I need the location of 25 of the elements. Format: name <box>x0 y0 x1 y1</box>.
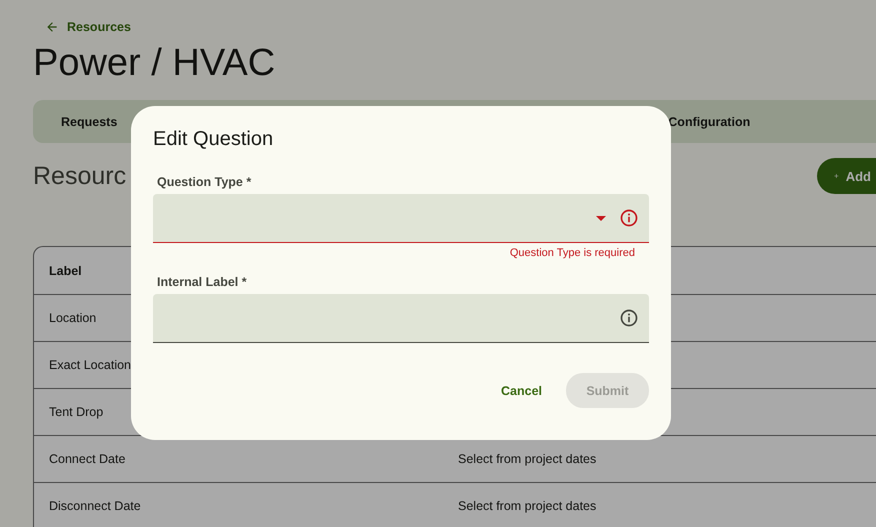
dialog-title: Edit Question <box>153 128 274 151</box>
table-cell-text: Disconnect Date <box>49 499 142 513</box>
table-cell: Select from project dates <box>458 499 596 513</box>
back-link[interactable]: Resources <box>33 0 876 34</box>
cancel-button[interactable]: Cancel <box>495 382 548 398</box>
add-button[interactable]: Add <box>817 158 876 194</box>
info-icon <box>619 208 639 228</box>
select-field[interactable] <box>153 194 649 243</box>
page-title: Power / HVAC <box>33 41 276 86</box>
field-label: Question Type * <box>156 175 252 189</box>
tab[interactable]: Requests <box>61 114 118 128</box>
table-cell-text: Connect Date <box>49 452 126 466</box>
arrow-left-icon <box>45 20 59 34</box>
info-icon <box>619 308 639 328</box>
tab[interactable]: Configuration <box>668 114 750 128</box>
field-label: Internal Label * <box>156 275 248 289</box>
table-cell-text: Location <box>49 311 98 325</box>
input-field[interactable] <box>153 294 649 343</box>
table-cell-text: Exact Location <box>49 358 132 372</box>
table-cell-text: Tent Drop <box>49 405 104 419</box>
column-header: Label <box>49 264 82 278</box>
section-title: Resourc <box>33 162 126 190</box>
table-cell: Select from project dates <box>458 452 596 466</box>
error-message: Question Type is required <box>510 247 635 259</box>
caret-icon <box>596 216 606 220</box>
